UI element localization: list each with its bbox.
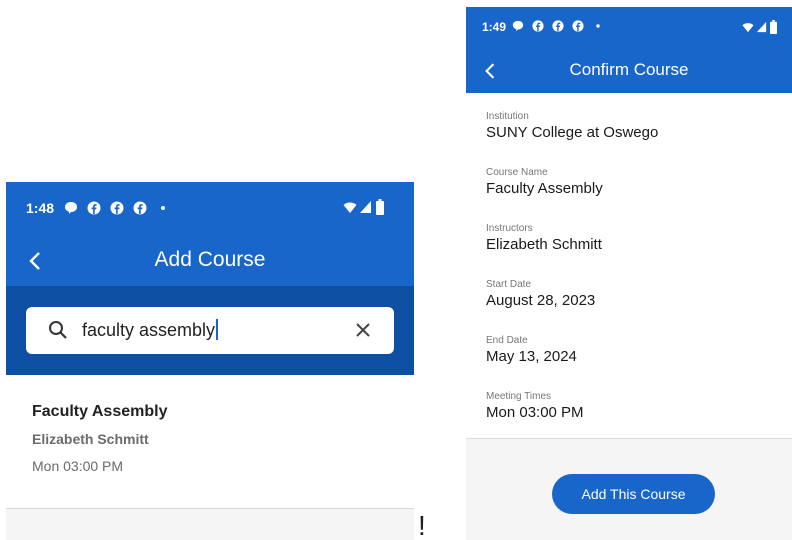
add-this-course-button[interactable]: Add This Course (552, 474, 715, 514)
course-details: Institution SUNY College at Oswego Cours… (466, 93, 792, 439)
field-value: Elizabeth Schmitt (486, 236, 602, 253)
field-value: Mon 03:00 PM (486, 404, 584, 421)
status-time: 1:48 (26, 200, 55, 216)
list-empty-area (6, 509, 414, 540)
dot-icon (596, 24, 600, 28)
chat-bubble-icon (65, 202, 77, 214)
course-instructor: Elizabeth Schmitt (32, 431, 149, 447)
field-end-date: End Date May 13, 2024 (486, 335, 577, 365)
notification-icons (64, 201, 170, 215)
status-bar: 1:49 (466, 7, 792, 49)
stray-exclamation: ! (418, 510, 426, 540)
facebook-icon (110, 201, 124, 215)
course-meeting-time: Mon 03:00 PM (32, 458, 124, 474)
page-title: Add Course (154, 248, 266, 271)
field-label: Instructors (486, 223, 533, 234)
field-value: Faculty Assembly (486, 180, 603, 197)
notification-icons (512, 20, 604, 32)
field-value: May 13, 2024 (486, 348, 577, 365)
field-label: Start Date (486, 279, 532, 290)
page-title: Confirm Course (569, 60, 689, 79)
field-value: August 28, 2023 (486, 292, 596, 309)
facebook-icon (552, 20, 564, 32)
add-course-screen: 1:48 Add Course faculty assembly Faculty… (6, 182, 414, 540)
close-icon[interactable] (354, 321, 372, 339)
status-time: 1:49 (482, 20, 507, 34)
field-value: SUNY College at Oswego (486, 124, 659, 141)
field-institution: Institution SUNY College at Oswego (486, 111, 658, 141)
battery-icon (376, 199, 384, 215)
signal-icon (756, 21, 767, 33)
app-bar: Confirm Course (466, 49, 792, 93)
field-label: Meeting Times (486, 391, 552, 402)
field-label: Course Name (486, 167, 548, 178)
chat-bubble-icon (512, 20, 524, 32)
search-bar-container: faculty assembly (6, 286, 414, 375)
search-input[interactable]: faculty assembly (26, 307, 394, 354)
facebook-icon (532, 20, 544, 32)
app-bar: Add Course (6, 236, 414, 286)
footer: Add This Course (466, 439, 792, 540)
list-item[interactable]: Faculty Assembly Elizabeth Schmitt Mon 0… (6, 375, 414, 509)
search-icon (49, 321, 67, 339)
confirm-course-screen: 1:49 Confirm Course Institution SUNY Col… (466, 7, 792, 540)
wifi-icon (343, 202, 357, 213)
facebook-icon (87, 201, 101, 215)
field-instructors: Instructors Elizabeth Schmitt (486, 223, 602, 253)
battery-icon (770, 20, 777, 34)
wifi-icon (742, 23, 754, 33)
text-cursor (216, 319, 219, 340)
course-title: Faculty Assembly (32, 403, 168, 420)
status-bar: 1:48 (6, 182, 414, 236)
field-meeting-times: Meeting Times Mon 03:00 PM (486, 391, 584, 421)
field-course-name: Course Name Faculty Assembly (486, 167, 603, 197)
facebook-icon (572, 20, 584, 32)
facebook-icon (133, 201, 147, 215)
signal-icon (360, 201, 371, 213)
search-text: faculty assembly (82, 319, 219, 341)
dot-icon (161, 206, 165, 210)
field-label: End Date (486, 335, 528, 346)
field-label: Institution (486, 111, 529, 122)
field-start-date: Start Date August 28, 2023 (486, 279, 595, 309)
search-query: faculty assembly (82, 320, 216, 340)
